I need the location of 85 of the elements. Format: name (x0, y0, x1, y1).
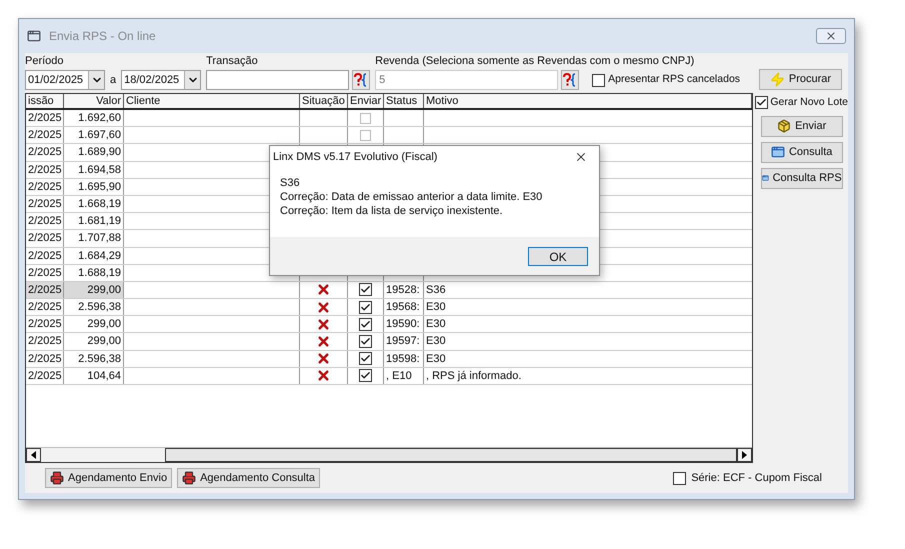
reseller-field[interactable]: 5 (375, 70, 558, 90)
checkbox[interactable] (755, 96, 768, 110)
checkbox-label: Apresentar RPS cancelados (608, 72, 740, 88)
table-cell: 2/2025 (26, 350, 64, 367)
table-cell: 2/2025 (26, 333, 64, 350)
side-button[interactable]: Enviar (760, 116, 843, 137)
lightning-icon (770, 72, 785, 87)
transaction-label: Transação (206, 55, 259, 67)
lookup-button[interactable] (561, 70, 580, 90)
table-cell: 2/2025 (26, 110, 64, 126)
status-text: 19528: (386, 284, 420, 296)
app-icon (27, 29, 41, 43)
send-checkbox[interactable] (359, 335, 372, 348)
lookup-button[interactable] (352, 70, 370, 90)
send-checkbox[interactable] (360, 130, 371, 141)
printer-icon (50, 471, 64, 485)
table-cell: 2/2025 (26, 196, 64, 212)
reseller-label: Revenda (Seleciona somente as Revendas com o mesmo CNPJ) (375, 55, 696, 67)
dialog-message-line: S36 (280, 176, 301, 190)
table-cell: 2/2025 (26, 162, 64, 178)
dialog-message-line: Correção: Item da lista de serviço inexistente. (280, 204, 504, 218)
table-cell: 2/2025 (26, 248, 64, 264)
printer-icon (182, 471, 196, 485)
status-text: 19590: (386, 318, 420, 330)
table-cell: 2/2025 (26, 299, 64, 316)
search-button[interactable]: Procurar (759, 69, 842, 90)
status-text: 19597: (386, 335, 420, 348)
checkbox[interactable] (592, 74, 606, 86)
reason-text: E30 (426, 301, 446, 314)
reason-text: S36 (426, 284, 446, 296)
send-checkbox[interactable] (359, 300, 372, 314)
send-checkbox[interactable] (359, 369, 372, 382)
column-header[interactable]: Enviar (348, 94, 384, 108)
checkbox[interactable] (673, 472, 686, 484)
schedule-button[interactable]: Agendamento Consulta (177, 468, 320, 488)
table-cell: 2/2025 (26, 264, 64, 281)
ok-button[interactable]: OK (528, 246, 588, 266)
checkbox-label: Série: ECF - Cupom Fiscal (691, 470, 822, 486)
dialog-title: Linx DMS v5.17 Evolutivo (Fiscal) (273, 150, 438, 165)
reason-text: E30 (426, 335, 446, 348)
table-cell: 2/2025 (26, 368, 64, 384)
close-icon (825, 30, 837, 42)
side-button[interactable]: Consulta (760, 142, 843, 163)
table-cell: 2/2025 (26, 127, 64, 144)
table-cell: 2/2025 (26, 282, 64, 298)
dialog-message-line: Correção: Data de emissao anterior a data limite. E30 (280, 190, 544, 204)
reason-text: E30 (426, 318, 446, 330)
horizontal-scrollbar[interactable] (26, 447, 752, 462)
table-cell: 2/2025 (26, 144, 64, 161)
table-cell: 299,00 (64, 282, 124, 298)
table-cell: 2/2025 (26, 316, 64, 332)
scrollbar-thumb[interactable] (165, 448, 738, 462)
transaction-field[interactable] (206, 70, 350, 90)
status-text: 19598: (386, 352, 420, 365)
send-checkbox[interactable] (359, 318, 372, 331)
date-to-field[interactable]: 18/02/2025 (121, 70, 202, 90)
status-text: , E10 (386, 370, 412, 382)
table-cell: 2/2025 (26, 230, 64, 246)
scroll-left-icon[interactable] (31, 451, 36, 459)
table-cell: 2/2025 (26, 213, 64, 230)
column-header[interactable]: Status (384, 94, 424, 108)
table-cell: 2/2025 (26, 178, 64, 195)
status-text: 19568: (386, 301, 420, 314)
column-header[interactable]: Motivo (424, 94, 752, 108)
checkbox-label: Gerar Novo Lote (770, 95, 848, 110)
package-icon (777, 119, 792, 134)
column-header[interactable]: issão (26, 94, 64, 108)
side-button[interactable]: Consulta RPS (760, 168, 843, 189)
column-header[interactable]: Valor (64, 94, 124, 108)
close-icon[interactable] (574, 150, 588, 164)
send-checkbox[interactable] (359, 352, 372, 366)
date-from-field[interactable]: 01/02/2025 (25, 70, 105, 90)
window-icon (770, 145, 785, 160)
send-checkbox[interactable] (359, 283, 372, 296)
send-checkbox[interactable] (360, 112, 371, 124)
reason-text: E30 (426, 352, 446, 365)
range-connector: a (110, 72, 116, 88)
reason-text: , RPS já informado. (426, 370, 522, 382)
column-header[interactable]: Situação (300, 94, 348, 108)
scroll-right-icon[interactable] (742, 451, 748, 459)
schedule-button[interactable]: Agendamento Envio (45, 468, 172, 488)
window-title: Envia RPS - On line (49, 28, 156, 45)
close-button[interactable] (816, 28, 846, 44)
column-header[interactable]: Cliente (124, 94, 300, 108)
period-label: Período (25, 55, 65, 67)
